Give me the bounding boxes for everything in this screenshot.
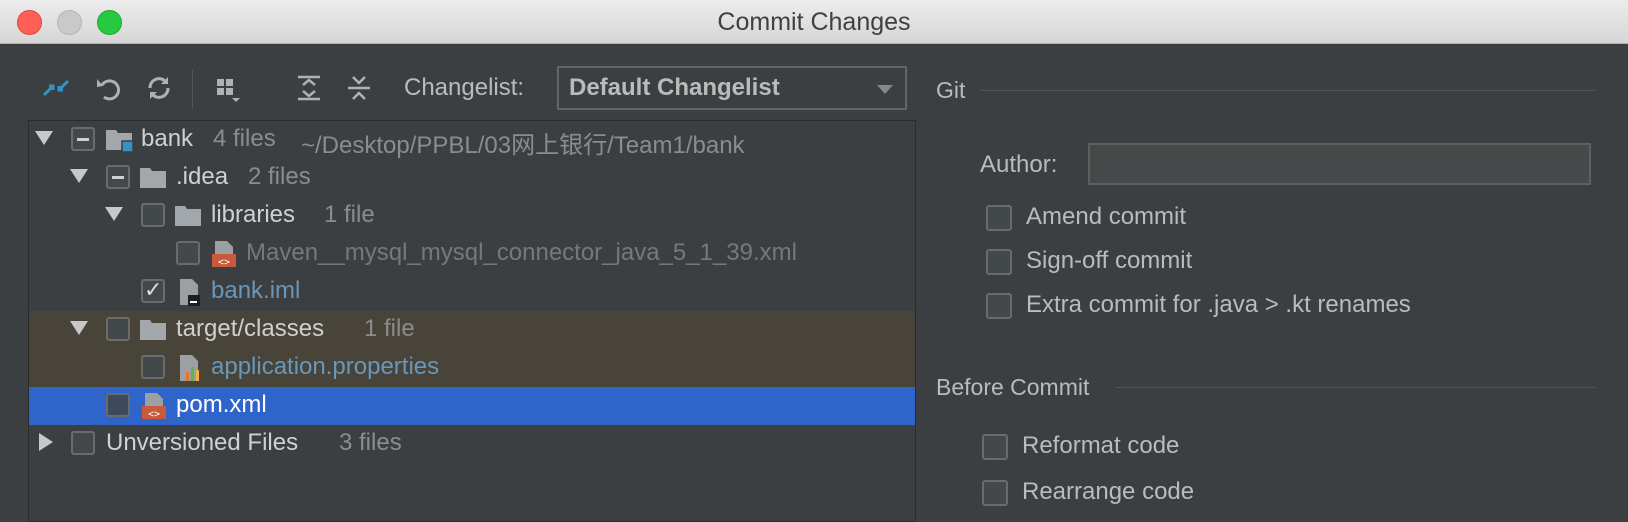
tree-item-name: application.properties (211, 353, 440, 380)
amend-commit-checkbox[interactable] (986, 205, 1012, 231)
tree-row-target-classes[interactable]: target/classes 1 file (29, 311, 915, 349)
title-bar: Commit Changes (0, 0, 1628, 44)
tree-item-name: pom.xml (176, 391, 267, 418)
git-section-title: Git (936, 77, 966, 103)
collapse-all-icon[interactable] (341, 70, 377, 106)
tree-row-maven-xml[interactable]: <> Maven__mysql_mysql_connector_java_5_1… (29, 235, 915, 273)
divider (1116, 387, 1595, 388)
row-checkbox[interactable] (141, 278, 165, 303)
row-checkbox[interactable] (106, 165, 130, 189)
module-folder-icon (105, 126, 135, 154)
before-commit-section-title: Before Commit (936, 374, 1090, 400)
tree-item-name: bank (141, 125, 194, 152)
amend-commit-label: Amend commit (1026, 203, 1187, 230)
tree-item-name: bank.iml (211, 277, 301, 304)
properties-file-icon (174, 354, 204, 382)
toolbar-separator (192, 70, 193, 108)
tree-item-count: 3 files (339, 429, 402, 456)
changelist-dropdown[interactable]: Default Changelist (557, 66, 907, 110)
changelist-label: Changelist: (404, 74, 525, 101)
extra-commit-label: Extra commit for .java > .kt renames (1026, 291, 1411, 318)
tree-item-count: 4 files (213, 125, 276, 152)
group-by-icon[interactable] (210, 70, 246, 106)
tree-item-name: Unversioned Files (106, 429, 299, 456)
author-field[interactable] (1088, 143, 1591, 185)
diff-arrows-icon[interactable] (38, 70, 74, 106)
folder-icon (174, 202, 204, 230)
folder-icon (139, 316, 169, 344)
expand-arrow-icon[interactable] (70, 321, 88, 335)
reformat-code-checkbox[interactable] (982, 434, 1008, 460)
folder-icon (139, 164, 169, 192)
divider (980, 90, 1595, 91)
row-checkbox[interactable] (71, 127, 95, 151)
xml-file-icon: <> (139, 392, 169, 420)
expand-arrow-icon[interactable] (35, 131, 53, 145)
reformat-code-label: Reformat code (1022, 432, 1180, 459)
sign-off-commit-label: Sign-off commit (1026, 247, 1193, 274)
svg-text:<>: <> (218, 257, 230, 268)
undo-icon[interactable] (91, 70, 127, 106)
tree-item-path: ~/Desktop/PPBL/03网上银行/Team1/bank (301, 132, 745, 159)
sign-off-commit-checkbox[interactable] (986, 249, 1012, 275)
extra-commit-checkbox[interactable] (986, 293, 1012, 319)
expand-all-icon[interactable] (291, 70, 327, 106)
row-checkbox[interactable] (176, 241, 200, 265)
svg-text:<>: <> (148, 409, 160, 420)
row-checkbox[interactable] (106, 393, 130, 417)
xml-file-icon: <> (209, 240, 239, 268)
tree-row-application-properties[interactable]: application.properties (29, 349, 915, 387)
window-title: Commit Changes (717, 8, 911, 36)
tree-row-bank-iml[interactable]: bank.iml (29, 273, 915, 311)
tree-row-bank[interactable]: bank 4 files ~/Desktop/PPBL/03网上银行/Team1… (29, 121, 915, 159)
tree-item-name: target/classes (176, 315, 325, 342)
refresh-icon[interactable] (141, 70, 177, 106)
tree-row-libraries[interactable]: libraries 1 file (29, 197, 915, 235)
tree-row-unversioned-files[interactable]: Unversioned Files 3 files (29, 425, 915, 463)
expand-arrow-icon[interactable] (70, 169, 88, 183)
tree-item-count: 2 files (248, 163, 311, 190)
rearrange-code-label: Rearrange code (1022, 478, 1195, 505)
collapse-arrow-icon[interactable] (39, 433, 53, 451)
row-checkbox[interactable] (106, 317, 130, 341)
tree-item-name: Maven__mysql_mysql_connector_java_5_1_39… (246, 239, 797, 266)
row-checkbox[interactable] (141, 203, 165, 227)
row-checkbox[interactable] (141, 355, 165, 379)
row-checkbox[interactable] (71, 431, 95, 455)
rearrange-code-checkbox[interactable] (982, 480, 1008, 506)
tree-item-name: libraries (211, 201, 296, 228)
changes-tree[interactable]: bank 4 files ~/Desktop/PPBL/03网上银行/Team1… (28, 120, 916, 522)
tree-item-count: 1 file (364, 315, 415, 342)
expand-arrow-icon[interactable] (105, 207, 123, 221)
tree-item-name: .idea (176, 163, 229, 190)
changelist-value: Default Changelist (569, 74, 780, 101)
tree-row-pom-xml[interactable]: <> pom.xml (29, 387, 915, 425)
author-label: Author: (980, 151, 1058, 178)
tree-row-idea[interactable]: .idea 2 files (29, 159, 915, 197)
tree-item-count: 1 file (324, 201, 375, 228)
iml-file-icon (174, 278, 204, 306)
chevron-down-icon (877, 85, 893, 94)
